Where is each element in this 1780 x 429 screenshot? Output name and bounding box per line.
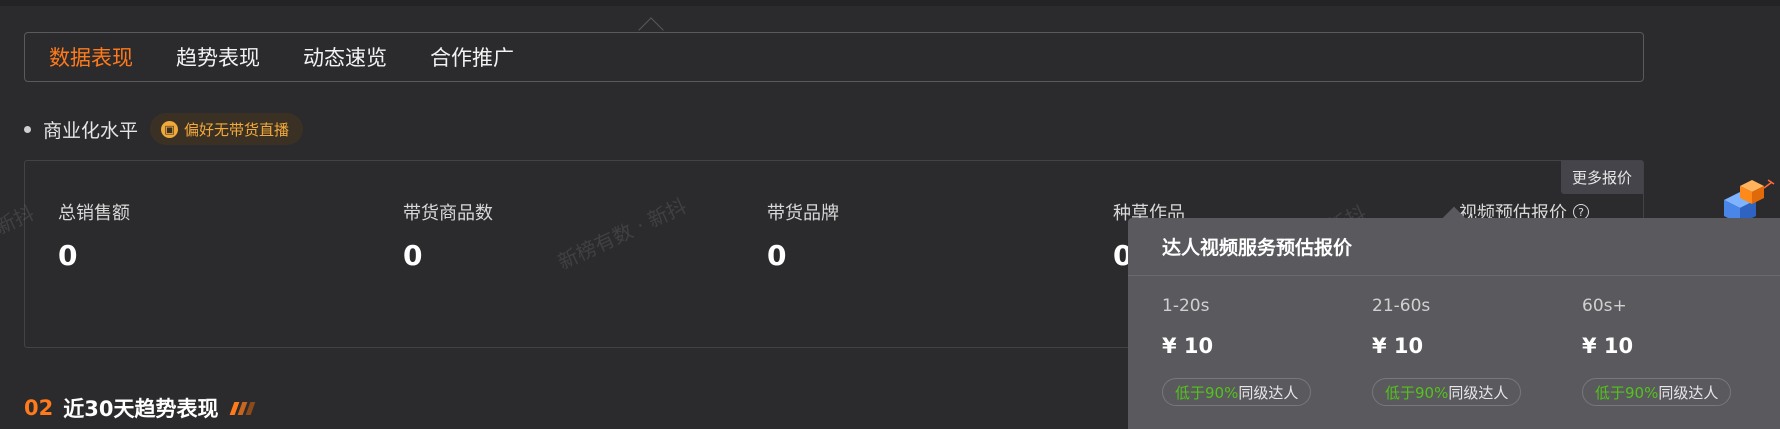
stat-value: 0 — [767, 239, 787, 272]
stat-label: 总销售额 — [58, 203, 130, 224]
quote-item: 60s+ ¥ 10 低于90% 同级达人 — [1582, 296, 1732, 406]
tag-text: 同级达人 — [1658, 383, 1719, 402]
stat-label: 带货商品数 — [403, 203, 493, 224]
comparison-tag: 低于90% 同级达人 — [1582, 378, 1732, 406]
more-quote-button[interactable]: 更多报价 — [1560, 161, 1643, 194]
quote-duration: 21-60s — [1372, 296, 1431, 316]
section-number: 02 — [24, 396, 54, 420]
tag-highlight: 低于90% — [1175, 383, 1239, 402]
quote-price: ¥ 10 — [1162, 334, 1214, 358]
tag-text: 同级达人 — [1238, 383, 1299, 402]
quote-price: ¥ 10 — [1372, 334, 1424, 358]
stat-value: 0 — [403, 239, 423, 272]
tab-cooperation[interactable]: 合作推广 — [430, 42, 514, 72]
quote-duration: 60s+ — [1582, 296, 1627, 316]
quote-duration: 1-20s — [1162, 296, 1210, 316]
tab-bar: 数据表现 趋势表现 动态速览 合作推广 — [24, 32, 1644, 82]
quote-item: 1-20s ¥ 10 低于90% 同级达人 — [1162, 296, 1312, 406]
stat-brand-count: 带货品牌 0 — [767, 199, 839, 272]
popover-title: 达人视频服务预估报价 — [1128, 218, 1780, 276]
section-header: 商业化水平 ▣ 偏好无带货直播 — [24, 112, 304, 146]
tab-data-performance[interactable]: 数据表现 — [49, 42, 133, 72]
live-icon: ▣ — [161, 120, 179, 138]
tag-highlight: 低于90% — [1385, 383, 1449, 402]
stat-total-sales: 总销售额 0 — [58, 199, 130, 272]
quote-price: ¥ 10 — [1582, 334, 1634, 358]
trend-section-header: 02 近30天趋势表现 — [24, 393, 256, 423]
bullet-dot — [24, 125, 31, 133]
section-title: 商业化水平 — [43, 119, 139, 142]
comparison-tag: 低于90% 同级达人 — [1372, 378, 1522, 406]
tab-activity-overview[interactable]: 动态速览 — [303, 42, 387, 72]
stat-label: 带货品牌 — [767, 203, 839, 224]
preference-badge: ▣ 偏好无带货直播 — [150, 113, 304, 145]
tag-highlight: 低于90% — [1595, 383, 1659, 402]
decor-slashes-icon — [230, 401, 256, 415]
comparison-tag: 低于90% 同级达人 — [1162, 378, 1312, 406]
stat-value: 0 — [58, 239, 78, 272]
quote-item: 21-60s ¥ 10 低于90% 同级达人 — [1372, 296, 1522, 406]
trend-section-title: 近30天趋势表现 — [63, 397, 219, 421]
stat-product-count: 带货商品数 0 — [403, 199, 493, 272]
tag-text: 同级达人 — [1448, 383, 1509, 402]
badge-label: 偏好无带货直播 — [184, 120, 290, 139]
tab-trend-performance[interactable]: 趋势表现 — [176, 42, 260, 72]
top-bar — [0, 0, 1780, 6]
quote-popover: 达人视频服务预估报价 1-20s ¥ 10 低于90% 同级达人 21-60s … — [1128, 218, 1780, 429]
